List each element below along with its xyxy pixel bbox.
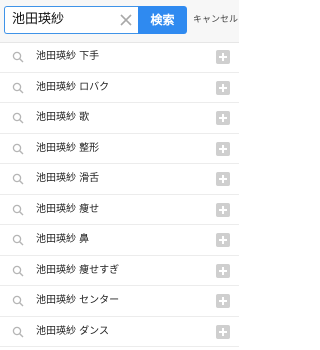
- add-icon[interactable]: [216, 80, 230, 95]
- add-icon[interactable]: [216, 141, 230, 156]
- suggestion-item[interactable]: 池田瑛紗 ロバク: [0, 73, 239, 103]
- suggestion-item[interactable]: 池田瑛紗 歌: [0, 103, 239, 134]
- cancel-button[interactable]: キャンセル: [193, 6, 238, 34]
- add-icon[interactable]: [216, 324, 230, 339]
- search-bar: 池田瑛紗 検索 キャンセル: [0, 0, 239, 43]
- add-icon[interactable]: [216, 263, 230, 278]
- add-icon[interactable]: [216, 50, 230, 64]
- suggestion-label: 池田瑛紗 歌: [36, 112, 90, 123]
- search-icon: [12, 51, 24, 63]
- search-icon: [12, 204, 24, 215]
- suggestion-item[interactable]: 池田瑛紗 鼻: [0, 225, 239, 256]
- add-icon[interactable]: [216, 202, 230, 217]
- add-icon[interactable]: [216, 233, 230, 247]
- search-icon: [12, 82, 24, 93]
- add-icon[interactable]: [216, 294, 230, 308]
- search-button[interactable]: 検索: [138, 6, 187, 34]
- suggestion-label: 池田瑛紗 整形: [36, 142, 100, 154]
- search-icon: [12, 295, 24, 307]
- suggestion-item[interactable]: 池田瑛紗 ダンス: [0, 317, 239, 347]
- suggestion-label: 池田瑛紗 滑舌: [36, 173, 100, 184]
- search-icon: [12, 326, 24, 337]
- suggestion-item[interactable]: 池田瑛紗 整形: [0, 134, 239, 164]
- suggestion-label: 池田瑛紗 ダンス: [36, 325, 109, 337]
- suggestion-list: 池田瑛紗 下手 池田瑛紗 ロバク 池田瑛紗 歌 池田瑛紗 整形 池田瑛紗 滑舌 …: [0, 42, 239, 347]
- suggestion-item[interactable]: 池田瑛紗 痩せすぎ: [0, 256, 239, 286]
- suggestion-label: 池田瑛紗 痩せすぎ: [36, 264, 120, 276]
- add-icon[interactable]: [216, 172, 230, 186]
- suggestion-label: 池田瑛紗 痩せ: [36, 203, 100, 215]
- suggestion-item[interactable]: 池田瑛紗 センター: [0, 286, 239, 317]
- suggestion-item[interactable]: 池田瑛紗 下手: [0, 42, 239, 73]
- suggestion-item[interactable]: 池田瑛紗 痩せ: [0, 195, 239, 225]
- search-input[interactable]: 池田瑛紗: [12, 7, 64, 33]
- suggestion-label: 池田瑛紗 ロバク: [36, 81, 110, 93]
- add-icon[interactable]: [216, 111, 230, 125]
- close-icon[interactable]: [119, 13, 133, 27]
- search-icon: [12, 265, 24, 276]
- search-field[interactable]: 池田瑛紗: [4, 6, 138, 34]
- search-icon: [12, 143, 24, 154]
- suggestion-item[interactable]: 池田瑛紗 滑舌: [0, 164, 239, 195]
- search-icon: [12, 173, 24, 185]
- search-page: 池田瑛紗 検索 キャンセル 池田瑛紗 下手 池田瑛紗 ロバク 池田瑛紗 歌 池田: [0, 0, 239, 350]
- suggestion-label: 池田瑛紗 下手: [36, 51, 100, 62]
- suggestion-label: 池田瑛紗 センター: [36, 295, 120, 306]
- suggestion-label: 池田瑛紗 鼻: [36, 234, 90, 245]
- search-icon: [12, 234, 24, 246]
- search-icon: [12, 112, 24, 124]
